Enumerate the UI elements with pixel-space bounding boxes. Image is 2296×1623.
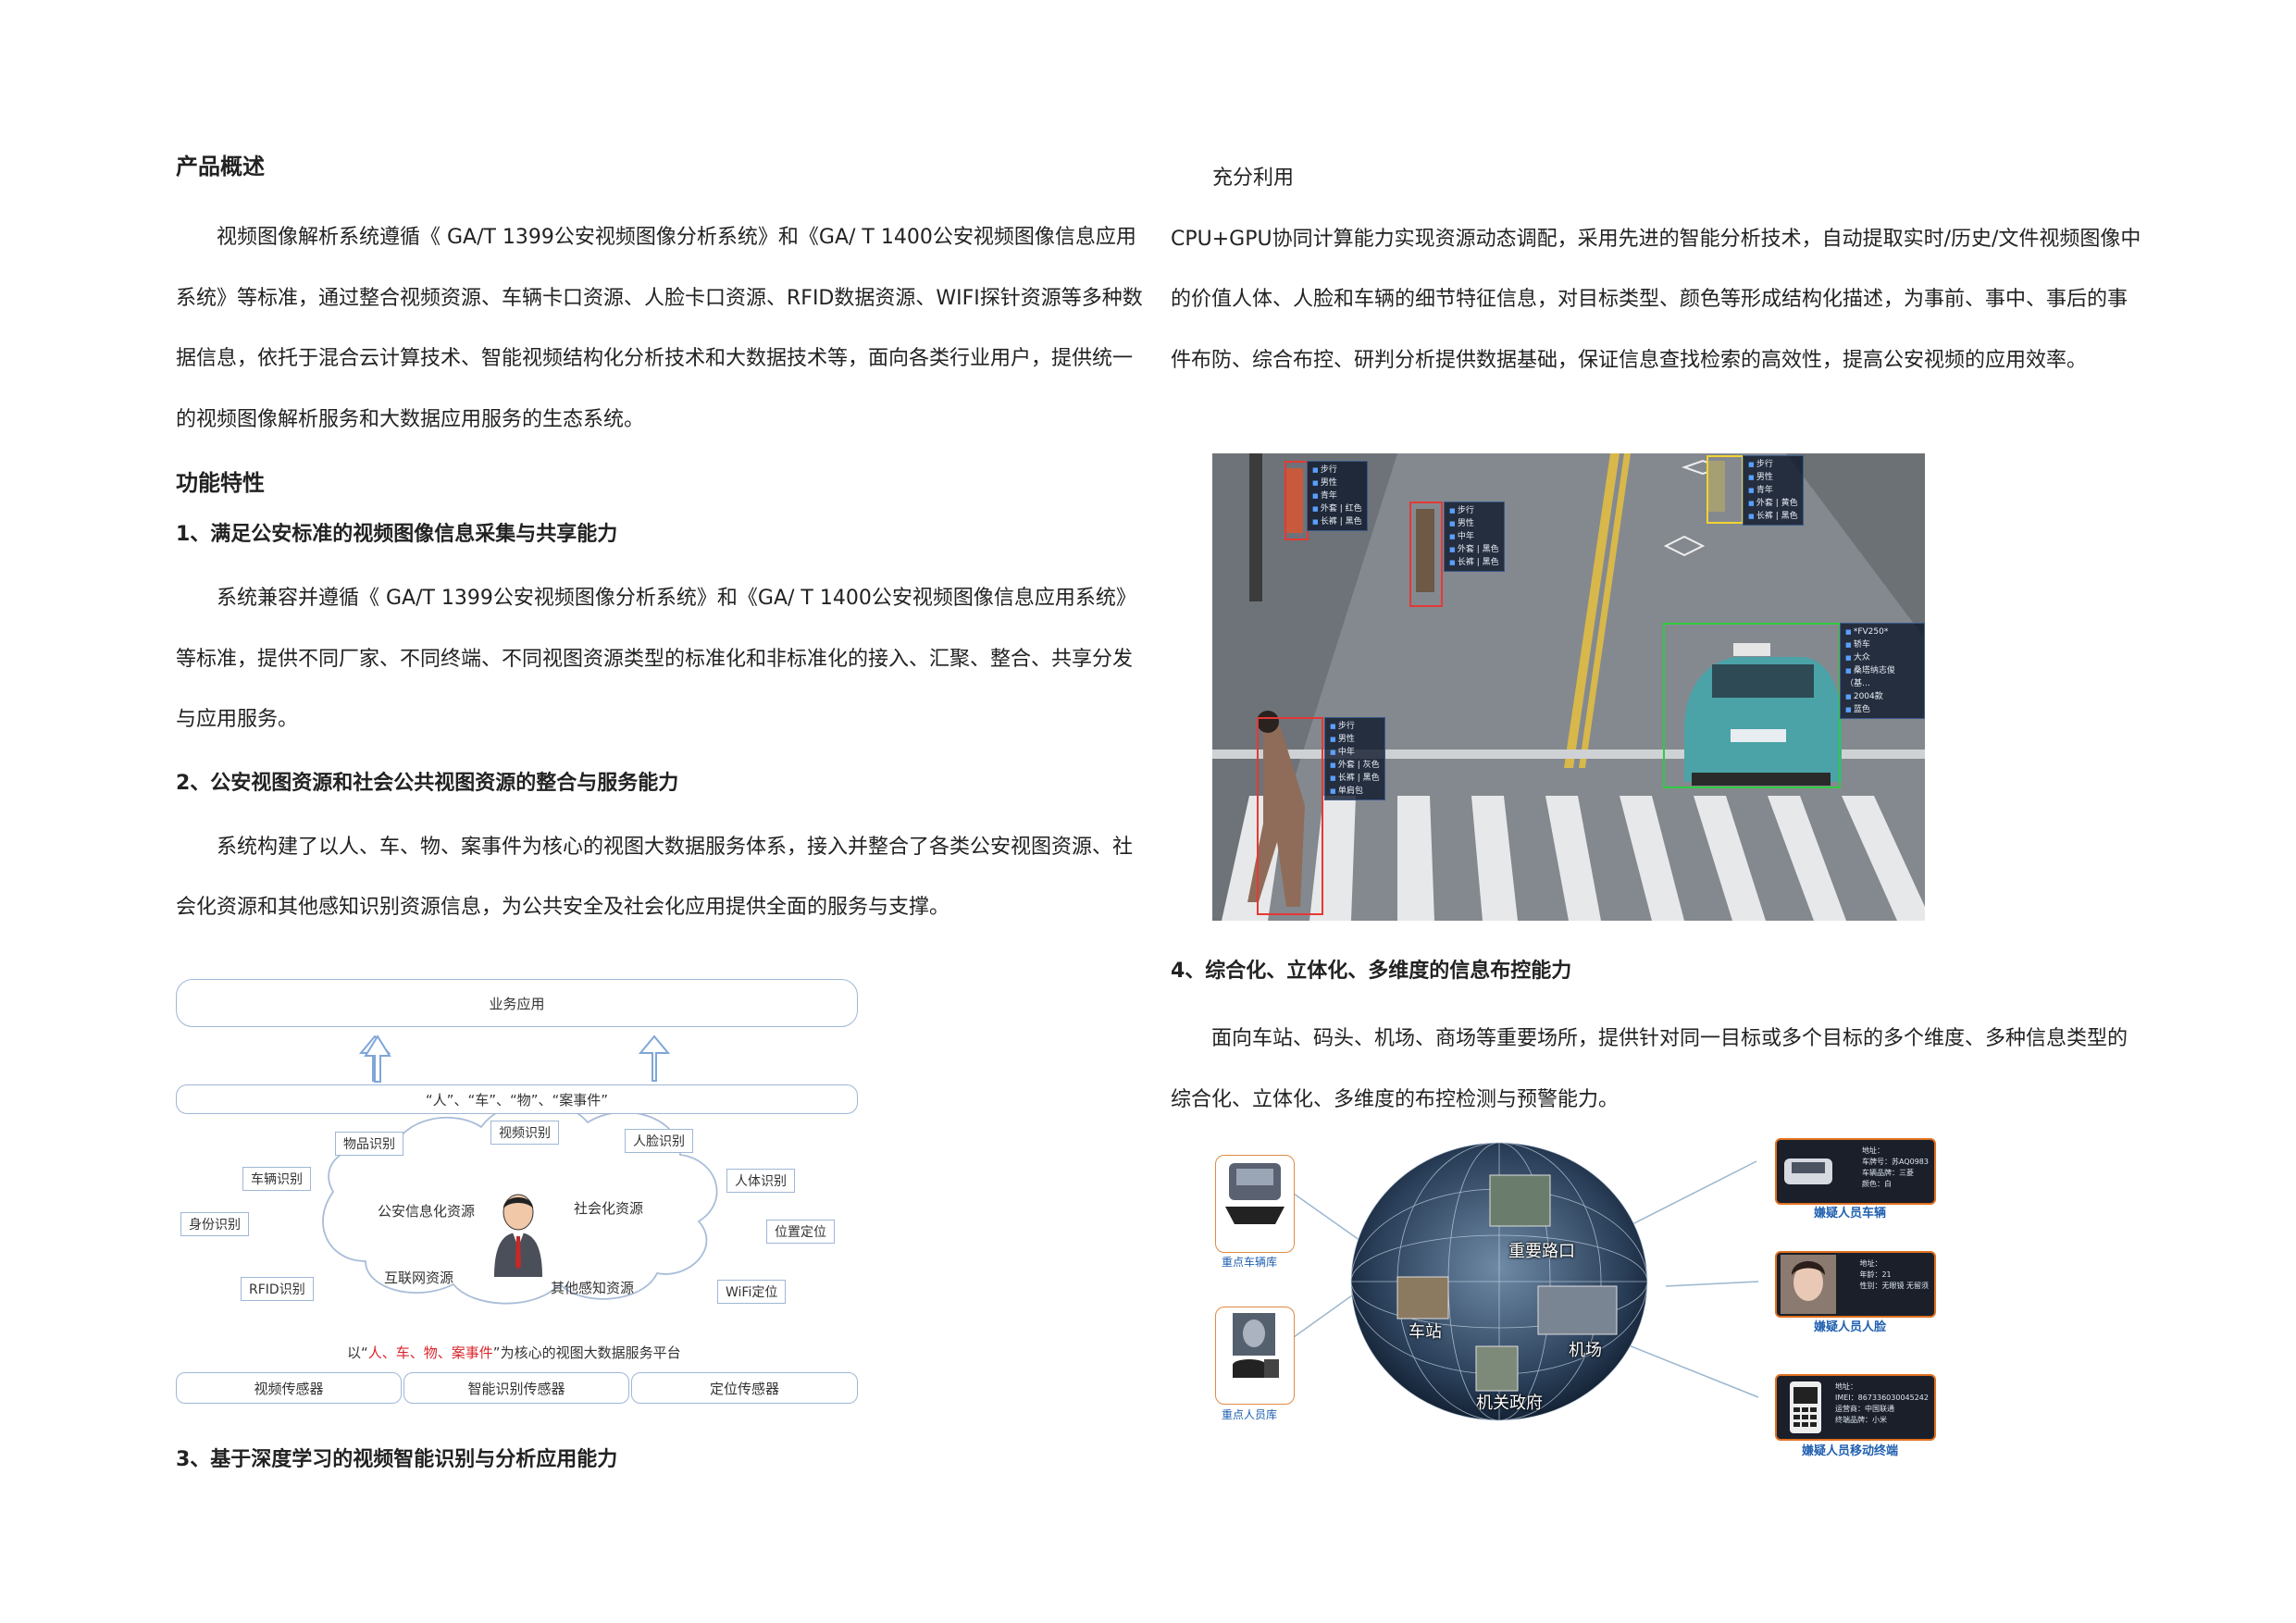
car-database-icon: [1225, 1163, 1285, 1224]
sensor-location: 定位传感器: [631, 1372, 858, 1404]
detection-box-ped3: [1706, 455, 1744, 524]
tag-location: 位置定位: [766, 1220, 835, 1244]
feature-3-wrap: 3、基于深度学习的视频智能识别与分析应用能力: [176, 1442, 1148, 1479]
cloud-police: 公安信息化资源: [378, 1203, 476, 1220]
architecture-diagram: 业务应用 “人”、“车”、“物”、“案事件” 物品识别 视频识别 人脸识别 车辆…: [176, 979, 861, 1414]
globe-label-airport: 机场: [1569, 1341, 1602, 1360]
features-title: 功能特性: [176, 470, 265, 496]
globe-label-crossing: 重要路口: [1508, 1242, 1575, 1261]
platform-label: 以“人、车、物、案事件”为核心的视图大数据服务平台: [347, 1344, 681, 1361]
tag-vehicle: 车辆识别: [242, 1167, 311, 1191]
tag-body: 人体识别: [726, 1169, 795, 1193]
feature-4-wrap: 4、综合化、立体化、多维度的信息布控能力 面向车站、码头、机场、商场等重要场所，…: [1171, 953, 2142, 1130]
globe-label-station: 车站: [1409, 1322, 1442, 1342]
left-column: 产品概述 视频图像解析系统遵循《 GA/T 1399公安视频图像分析系统》和《G…: [176, 148, 1148, 938]
sensor-video: 视频传感器: [176, 1372, 402, 1404]
globe-label-government: 机关政府: [1476, 1394, 1543, 1413]
core-entities-box: “人”、“车”、“物”、“案事件”: [176, 1084, 858, 1114]
tag-wifi: WiFi定位: [717, 1280, 787, 1304]
feature-4-body: 面向车站、码头、机场、商场等重要场所，提供针对同一目标或多个目标的多个维度、多种…: [1171, 1027, 2128, 1111]
person-icon: [494, 1194, 542, 1277]
feature-1-title: 1、满足公安标准的视频图像信息采集与共享能力: [176, 523, 618, 546]
attr-panel-ped4: 步行男性中年外套 | 灰色长裤 | 黑色单肩包: [1324, 717, 1385, 800]
attr-panel-ped1: 步行男性青年外套 | 红色长裤 | 黑色: [1307, 461, 1368, 531]
phone-icon: [1790, 1381, 1821, 1433]
tag-rfid: RFID识别: [241, 1277, 314, 1301]
overview-title: 产品概述: [176, 154, 265, 180]
detection-box-ped2: [1409, 502, 1443, 607]
suspect-vehicle-thumb: 地址： 车牌号：苏AQ0983 车辆品牌：三菱 颜色：白: [1775, 1138, 1936, 1205]
vehicle-db-card: [1215, 1155, 1295, 1253]
feature-4-title: 4、综合化、立体化、多维度的信息布控能力: [1171, 960, 1572, 983]
overview-body: 视频图像解析系统遵循《 GA/T 1399公安视频图像分析系统》和《GA/ T …: [176, 226, 1143, 431]
person-database-icon: [1233, 1313, 1279, 1378]
attr-panel-car: *FV250*轿车大众桑塔纳志俊（基…2004款蓝色: [1840, 623, 1925, 719]
detection-box-car: [1663, 623, 1841, 788]
suspect-face-caption: 嫌疑人员人脸: [1814, 1320, 1887, 1334]
detection-box-ped4: [1257, 717, 1323, 915]
control-globe-figure: 重要路口 车站 机场 机关政府 重点车辆库 重点人员库 地址： 车牌号：苏AQ09…: [1212, 1138, 1943, 1471]
tag-face: 人脸识别: [625, 1129, 693, 1153]
feature-1-body: 系统兼容并遵循《 GA/T 1399公安视频图像分析系统》和《GA/ T 140…: [176, 587, 1136, 731]
suspect-vehicle-caption: 嫌疑人员车辆: [1814, 1207, 1887, 1220]
feature-2-title: 2、公安视图资源和社会公共视图资源的整合与服务能力: [176, 771, 679, 795]
suspect-vehicle-info: 地址： 车牌号：苏AQ0983 车辆品牌：三菱 颜色：白: [1862, 1146, 1929, 1188]
suspect-phone-info: 地址： IMEI：867336030045242 运营商：中国联通 终端品牌：小米: [1834, 1382, 1929, 1424]
detection-box-ped1: [1285, 461, 1309, 540]
suspect-face-info: 地址： 年龄：21 性别：无眼镜 无留须: [1859, 1259, 1929, 1290]
attr-panel-ped2: 步行男性中年外套 | 黑色长裤 | 黑色: [1444, 502, 1505, 572]
feature-3-body: CPU+GPU协同计算能力实现资源动态调配，采用先进的智能分析技术，自动提取实时…: [1171, 227, 2141, 372]
tag-video: 视频识别: [490, 1121, 559, 1145]
tag-id: 身份识别: [180, 1212, 249, 1236]
person-db-caption: 重点人员库: [1222, 1408, 1278, 1421]
car-thumb-icon: [1784, 1158, 1832, 1184]
right-column: 充分利用 CPU+GPU协同计算能力实现资源动态调配，采用先进的智能分析技术，自…: [1171, 148, 2142, 390]
video-analysis-photo: 步行男性青年外套 | 红色长裤 | 黑色 步行男性中年外套 | 黑色长裤 | 黑…: [1212, 453, 1925, 921]
sensor-recognition: 智能识别传感器: [403, 1372, 629, 1404]
feature-3-lead: 充分利用: [1212, 167, 1295, 190]
cloud-other: 其他感知资源: [551, 1280, 635, 1296]
suspect-phone-thumb: 地址： IMEI：867336030045242 运营商：中国联通 终端品牌：小米: [1775, 1374, 1936, 1441]
cloud-internet: 互联网资源: [384, 1270, 454, 1286]
tag-goods: 物品识别: [335, 1132, 403, 1156]
feature-2-body: 系统构建了以人、车、物、案事件为核心的视图大数据服务体系，接入并整合了各类公安视…: [176, 835, 1134, 920]
suspect-face-thumb: 地址： 年龄：21 性别：无眼镜 无留须: [1775, 1251, 1936, 1318]
person-db-card: [1215, 1307, 1295, 1405]
cloud-social: 社会化资源: [574, 1200, 644, 1217]
up-arrow-icon: [638, 1035, 671, 1082]
face-thumb-icon: [1781, 1255, 1836, 1314]
up-arrow-left-icon: [364, 1035, 391, 1083]
attr-panel-ped3: 步行男性青年外套 | 黄色长裤 | 黑色: [1743, 455, 1804, 526]
feature-3-title: 3、基于深度学习的视频智能识别与分析应用能力: [176, 1448, 618, 1471]
suspect-phone-caption: 嫌疑人员移动终端: [1802, 1444, 1899, 1458]
vehicle-db-caption: 重点车辆库: [1222, 1256, 1278, 1269]
